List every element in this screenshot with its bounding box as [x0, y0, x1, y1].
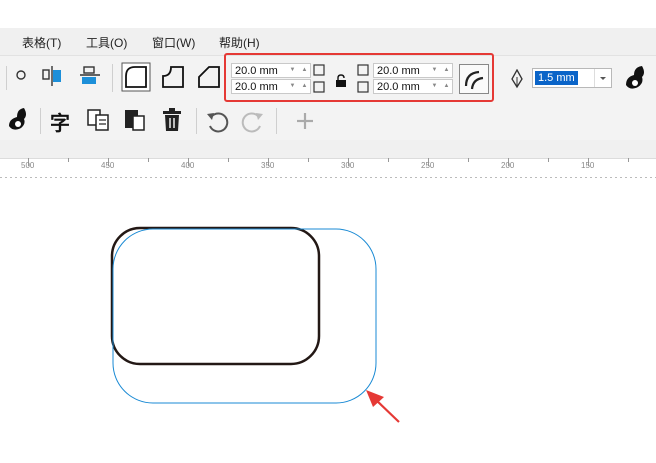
delete-icon[interactable]	[160, 106, 186, 134]
ruler-label: 400	[181, 161, 195, 170]
ruler-label: 150	[581, 161, 595, 170]
ruler-label: 300	[341, 161, 355, 170]
menu-tools[interactable]: 工具(O)	[86, 34, 127, 51]
separator	[196, 108, 197, 134]
chamfer-corner-icon[interactable]	[194, 62, 224, 92]
rounded-rectangle-shape[interactable]	[110, 226, 321, 366]
add-icon	[297, 113, 313, 129]
text-icon[interactable]: 字	[50, 107, 70, 136]
ruler-label: 200	[501, 161, 515, 170]
ruler-label: 450	[101, 161, 115, 170]
menu-table[interactable]: 表格(T)	[22, 34, 61, 51]
canvas-shapes	[110, 226, 400, 423]
chevron-down-icon[interactable]	[594, 69, 611, 87]
round-corner-icon[interactable]	[121, 62, 151, 92]
paste-icon[interactable]	[122, 107, 148, 133]
artistic-media-icon[interactable]	[620, 63, 650, 93]
separator	[276, 108, 277, 134]
horizontal-ruler[interactable]: 500 450 400 350 300 250 200 150	[0, 140, 656, 178]
artistic-media-icon[interactable]	[4, 106, 32, 134]
menu-help[interactable]: 帮助(H)	[219, 34, 260, 51]
separator	[6, 66, 7, 90]
copy-properties-icon[interactable]	[86, 107, 112, 133]
ruler-ticks	[0, 158, 656, 178]
menu-window[interactable]: 窗口(W)	[152, 34, 195, 51]
standard-toolbar: 字	[0, 100, 656, 140]
drawing-canvas[interactable]	[0, 178, 656, 463]
ruler-band	[0, 140, 656, 159]
separator	[40, 108, 41, 134]
corner-controls-highlight	[224, 53, 494, 102]
outline-width-value: 1.5 mm	[535, 71, 578, 85]
undo-icon[interactable]	[204, 108, 230, 134]
align-nodes-icon[interactable]	[40, 64, 66, 90]
pen-nib-icon[interactable]	[510, 69, 524, 89]
distribute-icon[interactable]	[78, 64, 104, 90]
outline-width-select[interactable]: 1.5 mm	[532, 68, 612, 88]
separator	[112, 64, 113, 92]
title-area	[0, 0, 656, 28]
menu-bar: 表格(T) 工具(O) 窗口(W) 帮助(H)	[0, 28, 656, 56]
circle-icon[interactable]	[15, 69, 27, 81]
selected-rounded-rectangle-outline[interactable]	[112, 228, 377, 404]
ruler-label: 250	[421, 161, 435, 170]
ruler-label: 350	[261, 161, 275, 170]
scallop-corner-icon[interactable]	[158, 62, 188, 92]
redo-icon	[241, 112, 263, 133]
ruler-label: 500	[21, 161, 35, 170]
annotation-arrow-icon	[366, 390, 400, 423]
